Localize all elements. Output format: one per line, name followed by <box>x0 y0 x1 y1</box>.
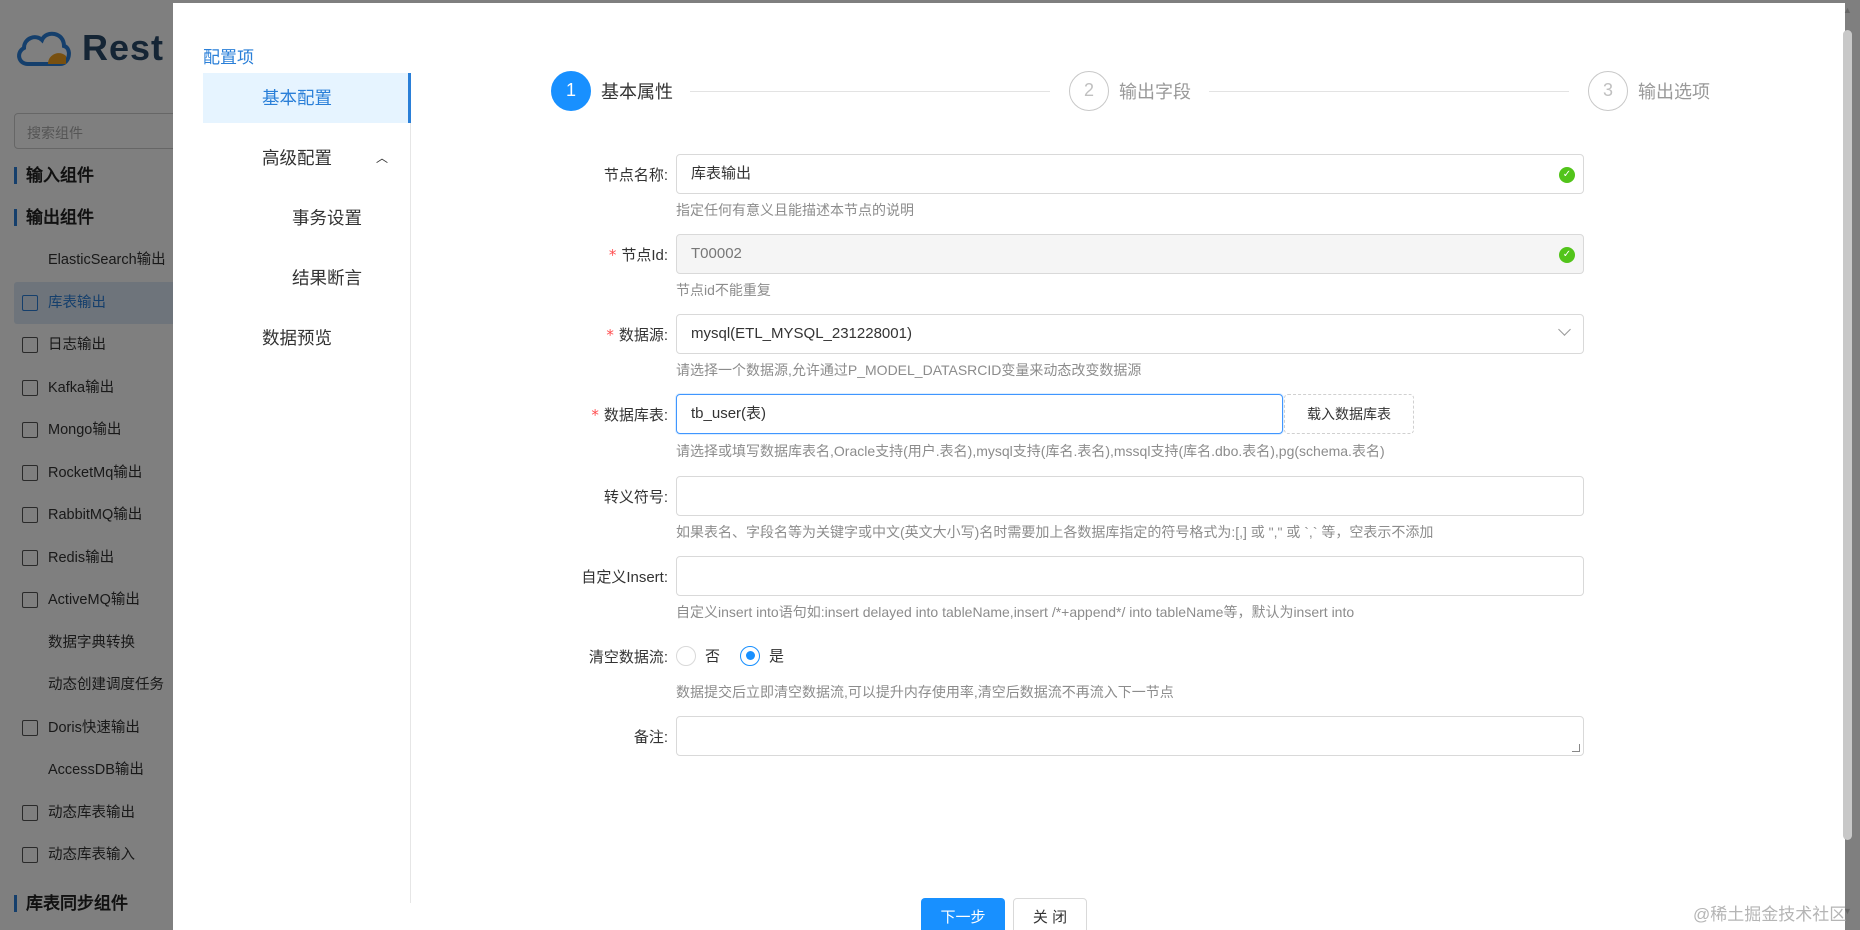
table-input[interactable]: tb_user(表) <box>676 394 1283 434</box>
label-text: 自定义Insert: <box>581 569 668 586</box>
datasource-help: 请选择一个数据源,允许通过P_MODEL_DATASRCID变量来动态改变数据源 <box>676 362 1142 378</box>
table-help: 请选择或填写数据库表名,Oracle支持(用户.表名),mysql支持(库名.表… <box>676 443 1385 459</box>
chevron-up-icon: ︿ <box>375 151 388 165</box>
label-text: 转义符号: <box>603 489 668 506</box>
select-value: mysql(ETL_MYSQL_231228001) <box>691 325 912 342</box>
radio-circle[interactable] <box>740 645 760 666</box>
custom-insert-input[interactable] <box>676 556 1584 596</box>
step-1-circle[interactable]: 1 <box>551 71 591 111</box>
menu-item-assert[interactable]: 结果断言 <box>203 253 410 303</box>
datasource-label: * 数据源: <box>468 324 668 345</box>
escape-help: 如果表名、字段名等为关键字或中文(英文大小写)名时需要加上各数据库指定的符号格式… <box>676 524 1434 540</box>
remark-textarea[interactable] <box>676 716 1584 756</box>
menu-item-transaction[interactable]: 事务设置 <box>203 193 410 243</box>
custom-insert-help: 自定义insert into语句如:insert delayed into ta… <box>676 604 1355 620</box>
step-3-circle[interactable]: 3 <box>1588 71 1628 111</box>
menu-item-basic[interactable]: 基本配置 <box>203 73 411 123</box>
node-id-help: 节点id不能重复 <box>676 282 771 298</box>
step-3-label[interactable]: 输出选项 <box>1638 80 1710 104</box>
menu-item-label: 事务设置 <box>292 208 362 228</box>
remark-label: 备注: <box>468 726 668 747</box>
label-text: 清空数据流: <box>588 649 668 666</box>
check-circle-icon: ✓ <box>1559 247 1575 263</box>
label-text: 数据库表: <box>603 407 668 424</box>
input-value: 库表输出 <box>691 165 752 182</box>
node-config-dialog: 配置项 基本配置 高级配置 ︿ 事务设置 结果断言 数据预览 1 基本属性 2 … <box>173 3 1845 930</box>
load-table-button[interactable]: 载入数据库表 <box>1284 394 1414 434</box>
label-text: 备注: <box>633 729 668 746</box>
input-value: T00002 <box>691 245 742 262</box>
label-text: 节点Id: <box>621 247 668 264</box>
radio-circle[interactable] <box>676 645 696 666</box>
menu-item-preview[interactable]: 数据预览 <box>203 313 410 363</box>
node-name-help: 指定任何有意义且能描述本节点的说明 <box>676 202 914 218</box>
radio-option-no[interactable]: 否 <box>676 645 720 666</box>
menu-item-advanced[interactable]: 高级配置 ︿ <box>203 133 410 183</box>
clear-stream-label: 清空数据流: <box>468 646 668 667</box>
check-circle-icon: ✓ <box>1559 167 1575 183</box>
next-step-button[interactable]: 下一步 <box>921 898 1005 930</box>
menu-item-label: 高级配置 <box>262 148 332 168</box>
label-text: 节点名称: <box>603 167 668 184</box>
close-button[interactable]: 关 闭 <box>1013 898 1087 930</box>
node-id-input[interactable]: T00002 ✓ <box>676 234 1584 274</box>
config-menu: 基本配置 高级配置 ︿ 事务设置 结果断言 数据预览 <box>203 73 411 903</box>
datasource-select[interactable]: mysql(ETL_MYSQL_231228001) <box>676 314 1584 354</box>
step-connector <box>690 91 1050 92</box>
resize-grip-icon[interactable] <box>1572 744 1580 752</box>
node-id-label: * 节点Id: <box>468 244 668 265</box>
radio-label: 否 <box>705 648 721 665</box>
node-name-label: 节点名称: <box>468 164 668 185</box>
step-2-label[interactable]: 输出字段 <box>1119 80 1191 104</box>
menu-item-label: 基本配置 <box>262 88 332 108</box>
step-1-label[interactable]: 基本属性 <box>601 80 673 104</box>
required-mark: * <box>608 246 617 264</box>
config-title: 配置项 <box>203 48 254 67</box>
table-label: * 数据库表: <box>468 404 668 425</box>
node-name-input[interactable]: 库表输出 ✓ <box>676 154 1584 194</box>
menu-item-label: 数据预览 <box>262 328 332 348</box>
step-2-circle[interactable]: 2 <box>1069 71 1109 111</box>
label-text: 数据源: <box>618 327 668 344</box>
custom-insert-label: 自定义Insert: <box>468 566 668 587</box>
vertical-scrollbar[interactable] <box>1843 30 1852 840</box>
radio-option-yes[interactable]: 是 <box>740 645 784 666</box>
chevron-down-icon <box>1558 323 1571 336</box>
radio-label: 是 <box>769 648 785 665</box>
clear-stream-help: 数据提交后立即清空数据流,可以提升内存使用率,清空后数据流不再流入下一节点 <box>676 684 1174 700</box>
required-mark: * <box>591 406 599 424</box>
scroll-up-arrow-icon[interactable]: ▲ <box>1843 5 1852 15</box>
watermark: @稀土掘金技术社区 <box>1693 905 1847 924</box>
escape-input[interactable] <box>676 476 1584 516</box>
input-value: tb_user(表) <box>691 405 767 422</box>
escape-label: 转义符号: <box>468 486 668 507</box>
menu-item-label: 结果断言 <box>292 268 362 288</box>
required-mark: * <box>606 326 614 344</box>
step-connector <box>1209 91 1569 92</box>
